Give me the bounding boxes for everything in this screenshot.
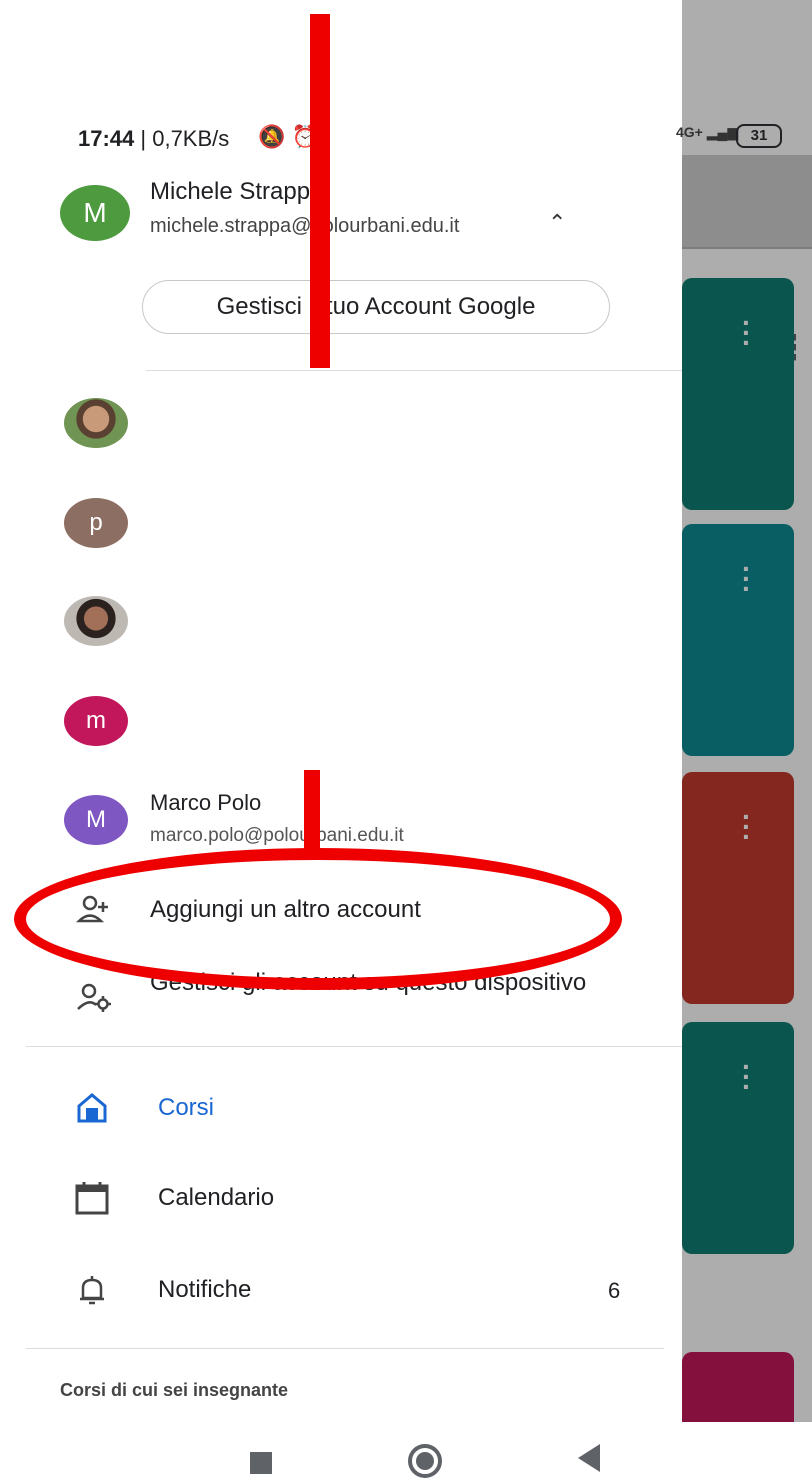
battery-icon: 31 — [736, 124, 782, 148]
account-name: Marco Polo — [150, 790, 262, 815]
account-avatar-p[interactable]: p — [64, 498, 128, 548]
drawer-scrim[interactable] — [682, 0, 812, 1422]
chevron-up-icon[interactable]: ⌃ — [548, 210, 566, 236]
account-photo-avatar[interactable] — [64, 596, 128, 646]
calendar-icon — [75, 1182, 109, 1215]
status-bar: 17:44 | 0,7KB/s 🔕 ⏰ 4G+ ▂▄▆ 31 — [0, 118, 812, 158]
recents-icon[interactable] — [250, 1452, 272, 1474]
red-annotation-line — [310, 14, 330, 368]
home-nav-icon[interactable] — [408, 1444, 442, 1478]
bell-icon — [80, 1276, 104, 1305]
account-photo-avatar[interactable] — [64, 398, 128, 448]
section-teacher-courses: Corsi di cui sei insegnante — [60, 1380, 289, 1400]
account-name: Michele Strappa — [150, 178, 324, 205]
account-email: michele.strappa@polourbani.edu.it — [150, 215, 460, 237]
divider — [26, 1348, 664, 1349]
home-icon — [77, 1093, 107, 1123]
red-annotation-line — [304, 770, 320, 852]
nav-label-corsi: Corsi — [158, 1094, 215, 1121]
account-avatar-m[interactable]: m — [64, 696, 128, 746]
manage-accounts-icon — [77, 983, 111, 1012]
notification-count: 6 — [608, 1278, 621, 1303]
status-time: 17:44 | 0,7KB/s — [78, 126, 230, 151]
navigation-drawer: M Michele Strappa michele.strappa@polour… — [0, 0, 682, 1422]
manage-google-account-button[interactable]: Gestisci il tuo Account Google — [142, 280, 610, 334]
nav-label-calendario: Calendario — [158, 1184, 275, 1211]
account-email: marco.polo@polourbani.edu.it — [150, 825, 404, 846]
back-icon[interactable] — [578, 1444, 600, 1472]
system-navigation-bar — [0, 1422, 812, 1478]
red-annotation-ellipse — [14, 848, 622, 990]
avatar: M — [60, 185, 130, 241]
avatar: M — [64, 795, 128, 845]
divider — [146, 370, 682, 371]
nav-label-notifiche: Notifiche — [158, 1276, 252, 1303]
network-signal-icon: 4G+ ▂▄▆ — [676, 124, 739, 140]
divider — [26, 1046, 682, 1047]
